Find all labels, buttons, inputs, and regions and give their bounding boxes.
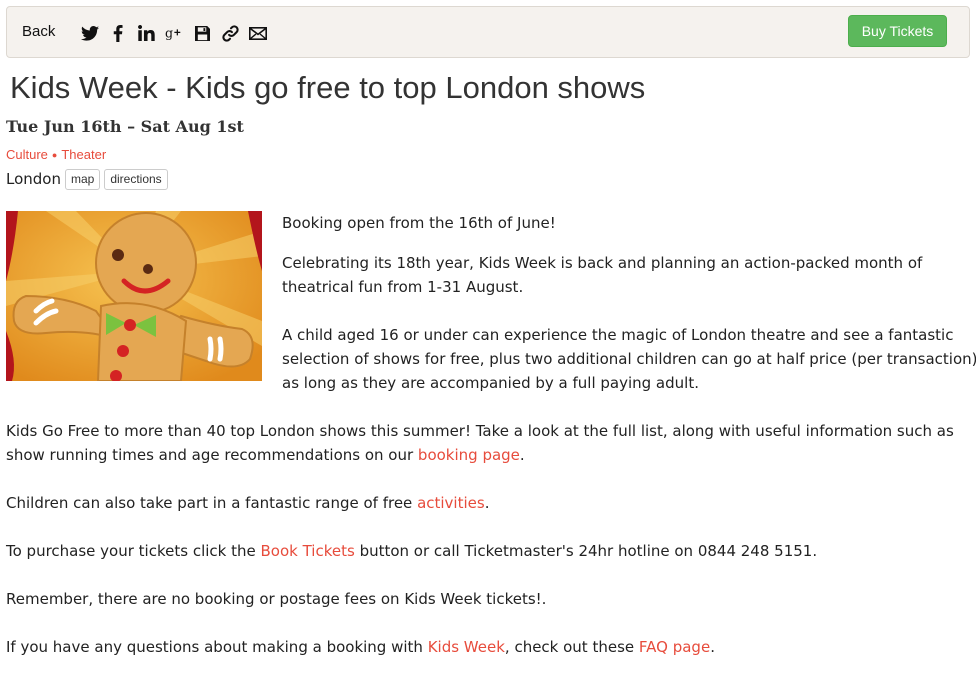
event-image [6,211,262,381]
gingerbread-man-image [6,211,262,381]
description-para-2-line-1: A child aged 16 or under can experience … [282,326,954,344]
twitter-icon[interactable] [80,23,100,43]
para-5-text-end: button or call Ticketmaster's 24hr hotli… [354,542,818,560]
booking-page-link[interactable]: booking page [418,446,520,464]
back-button[interactable]: Back [22,23,55,40]
page-title: Kids Week - Kids go free to top London s… [10,70,646,105]
linkedin-icon[interactable] [136,23,156,43]
description-para-7: If you have any questions about making a… [6,635,972,659]
description-para-4-line: Children can also take part in a fantast… [6,491,972,515]
link-icon[interactable] [220,23,240,43]
category-theater-link[interactable]: Theater [61,147,106,162]
location-row: London map directions [6,168,172,190]
kids-week-link[interactable]: Kids Week [428,638,505,656]
description-para-2-line-2: selection of shows for free, plus two ad… [282,350,976,368]
category-separator-dot: ● [51,150,58,160]
facebook-icon[interactable] [108,23,128,43]
description-para-2-line-3: as long as they are accompanied by a ful… [282,374,699,392]
para-3-text: show running times and age recommendatio… [6,446,418,464]
para-4-period: . [484,494,490,512]
event-toolbar: Back g Buy Tickets [6,6,970,58]
event-categories: Culture ● Theater [6,147,106,162]
para-4-text: Children can also take part in a fantast… [6,494,418,512]
svg-text:g: g [165,26,173,41]
faq-page-link[interactable]: FAQ page [639,638,710,656]
para-7-text-mid: , check out these [504,638,639,656]
description-para-7-line: If you have any questions about making a… [6,635,972,659]
share-bar: g [80,23,268,43]
description-para-3: Kids Go Free to more than 40 top London … [6,419,972,467]
map-button[interactable]: map [64,168,101,190]
category-culture-link[interactable]: Culture [6,147,48,162]
directions-button[interactable]: directions [104,168,168,190]
no-fees-text: Remember, there are no booking or postag… [6,590,547,608]
para-7-text: If you have any questions about making a… [6,638,428,656]
para-3-period: . [519,446,525,464]
description-para-6: Remember, there are no booking or postag… [6,587,972,611]
event-description-intro: Booking open from the 16th of June! Cele… [282,211,976,395]
description-para-5: To purchase your tickets click the Book … [6,539,972,563]
description-para-3-line-2: show running times and age recommendatio… [6,443,972,467]
book-tickets-link[interactable]: Book Tickets [261,542,355,560]
location-label: London [6,170,61,188]
para-7-period: . [710,638,715,656]
description-para-4: Children can also take part in a fantast… [6,491,972,515]
description-para-3-line-1: Kids Go Free to more than 40 top London … [6,422,954,440]
description-para-1-line-2: theatrical fun from 1-31 August. [282,278,524,296]
description-para-5-line: To purchase your tickets click the Book … [6,539,972,563]
buy-tickets-button[interactable]: Buy Tickets [848,15,947,47]
para-5-text: To purchase your tickets click the [6,542,261,560]
email-icon[interactable] [248,23,268,43]
booking-open-text: Booking open from the 16th of June! [282,214,556,232]
event-dates: Tue Jun 16th – Sat Aug 1st [6,117,244,136]
description-para-1-line-1: Celebrating its 18th year, Kids Week is … [282,254,923,272]
activities-link[interactable]: activities [417,494,485,512]
save-icon[interactable] [192,23,212,43]
google-plus-icon[interactable]: g [164,23,184,43]
